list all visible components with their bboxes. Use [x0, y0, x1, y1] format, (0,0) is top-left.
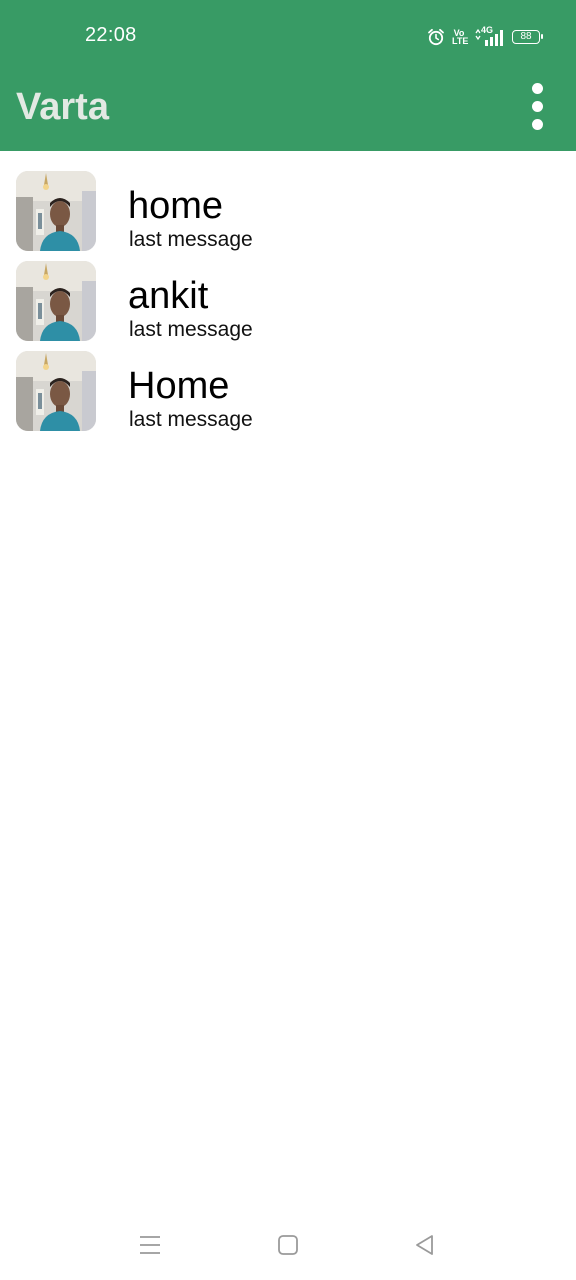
avatar[interactable] — [16, 351, 96, 431]
screen: 22:08 Vo LTE 4G 88 Varta home last messa… — [0, 0, 576, 1280]
more-vert-icon-dot — [531, 82, 543, 94]
home-square-icon — [278, 1235, 298, 1255]
avatar[interactable] — [16, 171, 96, 251]
more-options-button[interactable] — [520, 78, 554, 134]
alarm-icon — [427, 28, 445, 46]
chat-name: home — [128, 185, 224, 227]
more-vert-icon-dot — [531, 118, 543, 130]
chat-last-message: last message — [129, 318, 253, 341]
signal-icon: 4G — [473, 25, 505, 47]
chat-last-message: last message — [129, 408, 253, 431]
home-button[interactable] — [270, 1230, 306, 1260]
chat-last-message: last message — [129, 228, 253, 251]
chat-name: ankit — [128, 275, 209, 317]
chat-list: home last message ankit last message Hom… — [0, 171, 576, 441]
volte-icon: Vo LTE — [452, 29, 469, 46]
status-icons: Vo LTE 4G 88 — [427, 25, 543, 48]
chat-list-item[interactable]: home last message — [0, 171, 576, 261]
chat-list-item[interactable]: ankit last message — [0, 261, 576, 351]
status-time: 22:08 — [85, 24, 137, 46]
chat-list-item[interactable]: Home last message — [0, 351, 576, 441]
app-title: Varta — [16, 86, 109, 128]
app-bar: Varta — [0, 74, 576, 151]
back-button[interactable] — [407, 1230, 443, 1260]
chat-name: Home — [128, 365, 230, 407]
network-type: 4G — [481, 25, 494, 35]
more-vert-icon-dot — [531, 100, 543, 112]
menu-lines-icon — [140, 1236, 160, 1254]
volte-bottom: LTE — [452, 36, 469, 46]
system-nav-bar — [0, 1210, 576, 1280]
avatar[interactable] — [16, 261, 96, 341]
status-bar: 22:08 Vo LTE 4G 88 — [0, 0, 576, 74]
recent-apps-button[interactable] — [132, 1230, 168, 1260]
back-triangle-icon — [416, 1235, 433, 1255]
battery-icon: 88 — [512, 30, 543, 44]
